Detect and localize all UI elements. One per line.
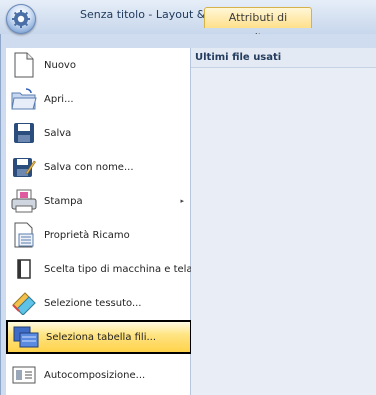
menu-item-label: Scelta tipo di macchina e telaio...: [44, 263, 211, 275]
application-window: Senza titolo - Layout & Editing Attribut…: [0, 0, 376, 395]
menu-item-selezione-tessuto[interactable]: Selezione tessuto...: [6, 286, 190, 320]
recent-files-panel: Ultimi file usati: [191, 48, 376, 395]
menu-item-label: Salva: [44, 127, 72, 139]
new-file-icon: [10, 51, 38, 79]
menu-item-label: Proprietà Ricamo: [44, 229, 130, 241]
gear-icon: [12, 10, 30, 28]
printer-icon: [10, 187, 38, 215]
menu-item-stampa[interactable]: Stampa ▸: [6, 184, 190, 218]
recent-files-header: Ultimi file usati: [191, 48, 376, 68]
wizard-icon: [10, 361, 38, 389]
thread-table-icon: [12, 323, 40, 351]
submenu-arrow-icon: ▸: [180, 197, 184, 205]
menu-item-autocomposizione[interactable]: Autocomposizione...: [6, 358, 190, 392]
menu-item-scelta-macchina-telaio[interactable]: Scelta tipo di macchina e telaio...: [6, 252, 211, 286]
menu-item-nuovo[interactable]: Nuovo: [6, 48, 190, 82]
embroidery-properties-icon: [10, 221, 38, 249]
menu-item-label: Apri...: [44, 93, 74, 105]
menu-item-label: Salva con nome...: [44, 161, 134, 173]
tab-attributi-di-cucitura[interactable]: Attributi di cucitura: [204, 7, 312, 44]
menu-item-seleziona-tabella-fili[interactable]: Seleziona tabella fili...: [6, 320, 192, 354]
menu-item-label: Seleziona tabella fili...: [46, 331, 157, 343]
hoop-icon: [10, 255, 38, 283]
save-disk-icon: [10, 119, 38, 147]
menu-item-label: Stampa: [44, 195, 83, 207]
menu-item-salva-con-nome[interactable]: Salva con nome...: [6, 150, 190, 184]
save-as-icon: [10, 153, 38, 181]
application-menu-button[interactable]: [6, 4, 36, 34]
open-folder-icon: [10, 85, 38, 113]
menu-item-proprieta-ricamo[interactable]: Proprietà Ricamo: [6, 218, 190, 252]
title-bar: Senza titolo - Layout & Editing Attribut…: [0, 0, 376, 44]
menu-item-label: Nuovo: [44, 59, 76, 71]
fabric-icon: [10, 289, 38, 317]
menu-item-label: Autocomposizione...: [44, 369, 146, 381]
menu-item-apri[interactable]: Apri...: [6, 82, 190, 116]
menu-item-label: Selezione tessuto...: [44, 297, 142, 309]
menu-item-salva[interactable]: Salva: [6, 116, 190, 150]
application-menu: Nuovo Apri... Salva Salva con nome... St…: [6, 48, 211, 395]
